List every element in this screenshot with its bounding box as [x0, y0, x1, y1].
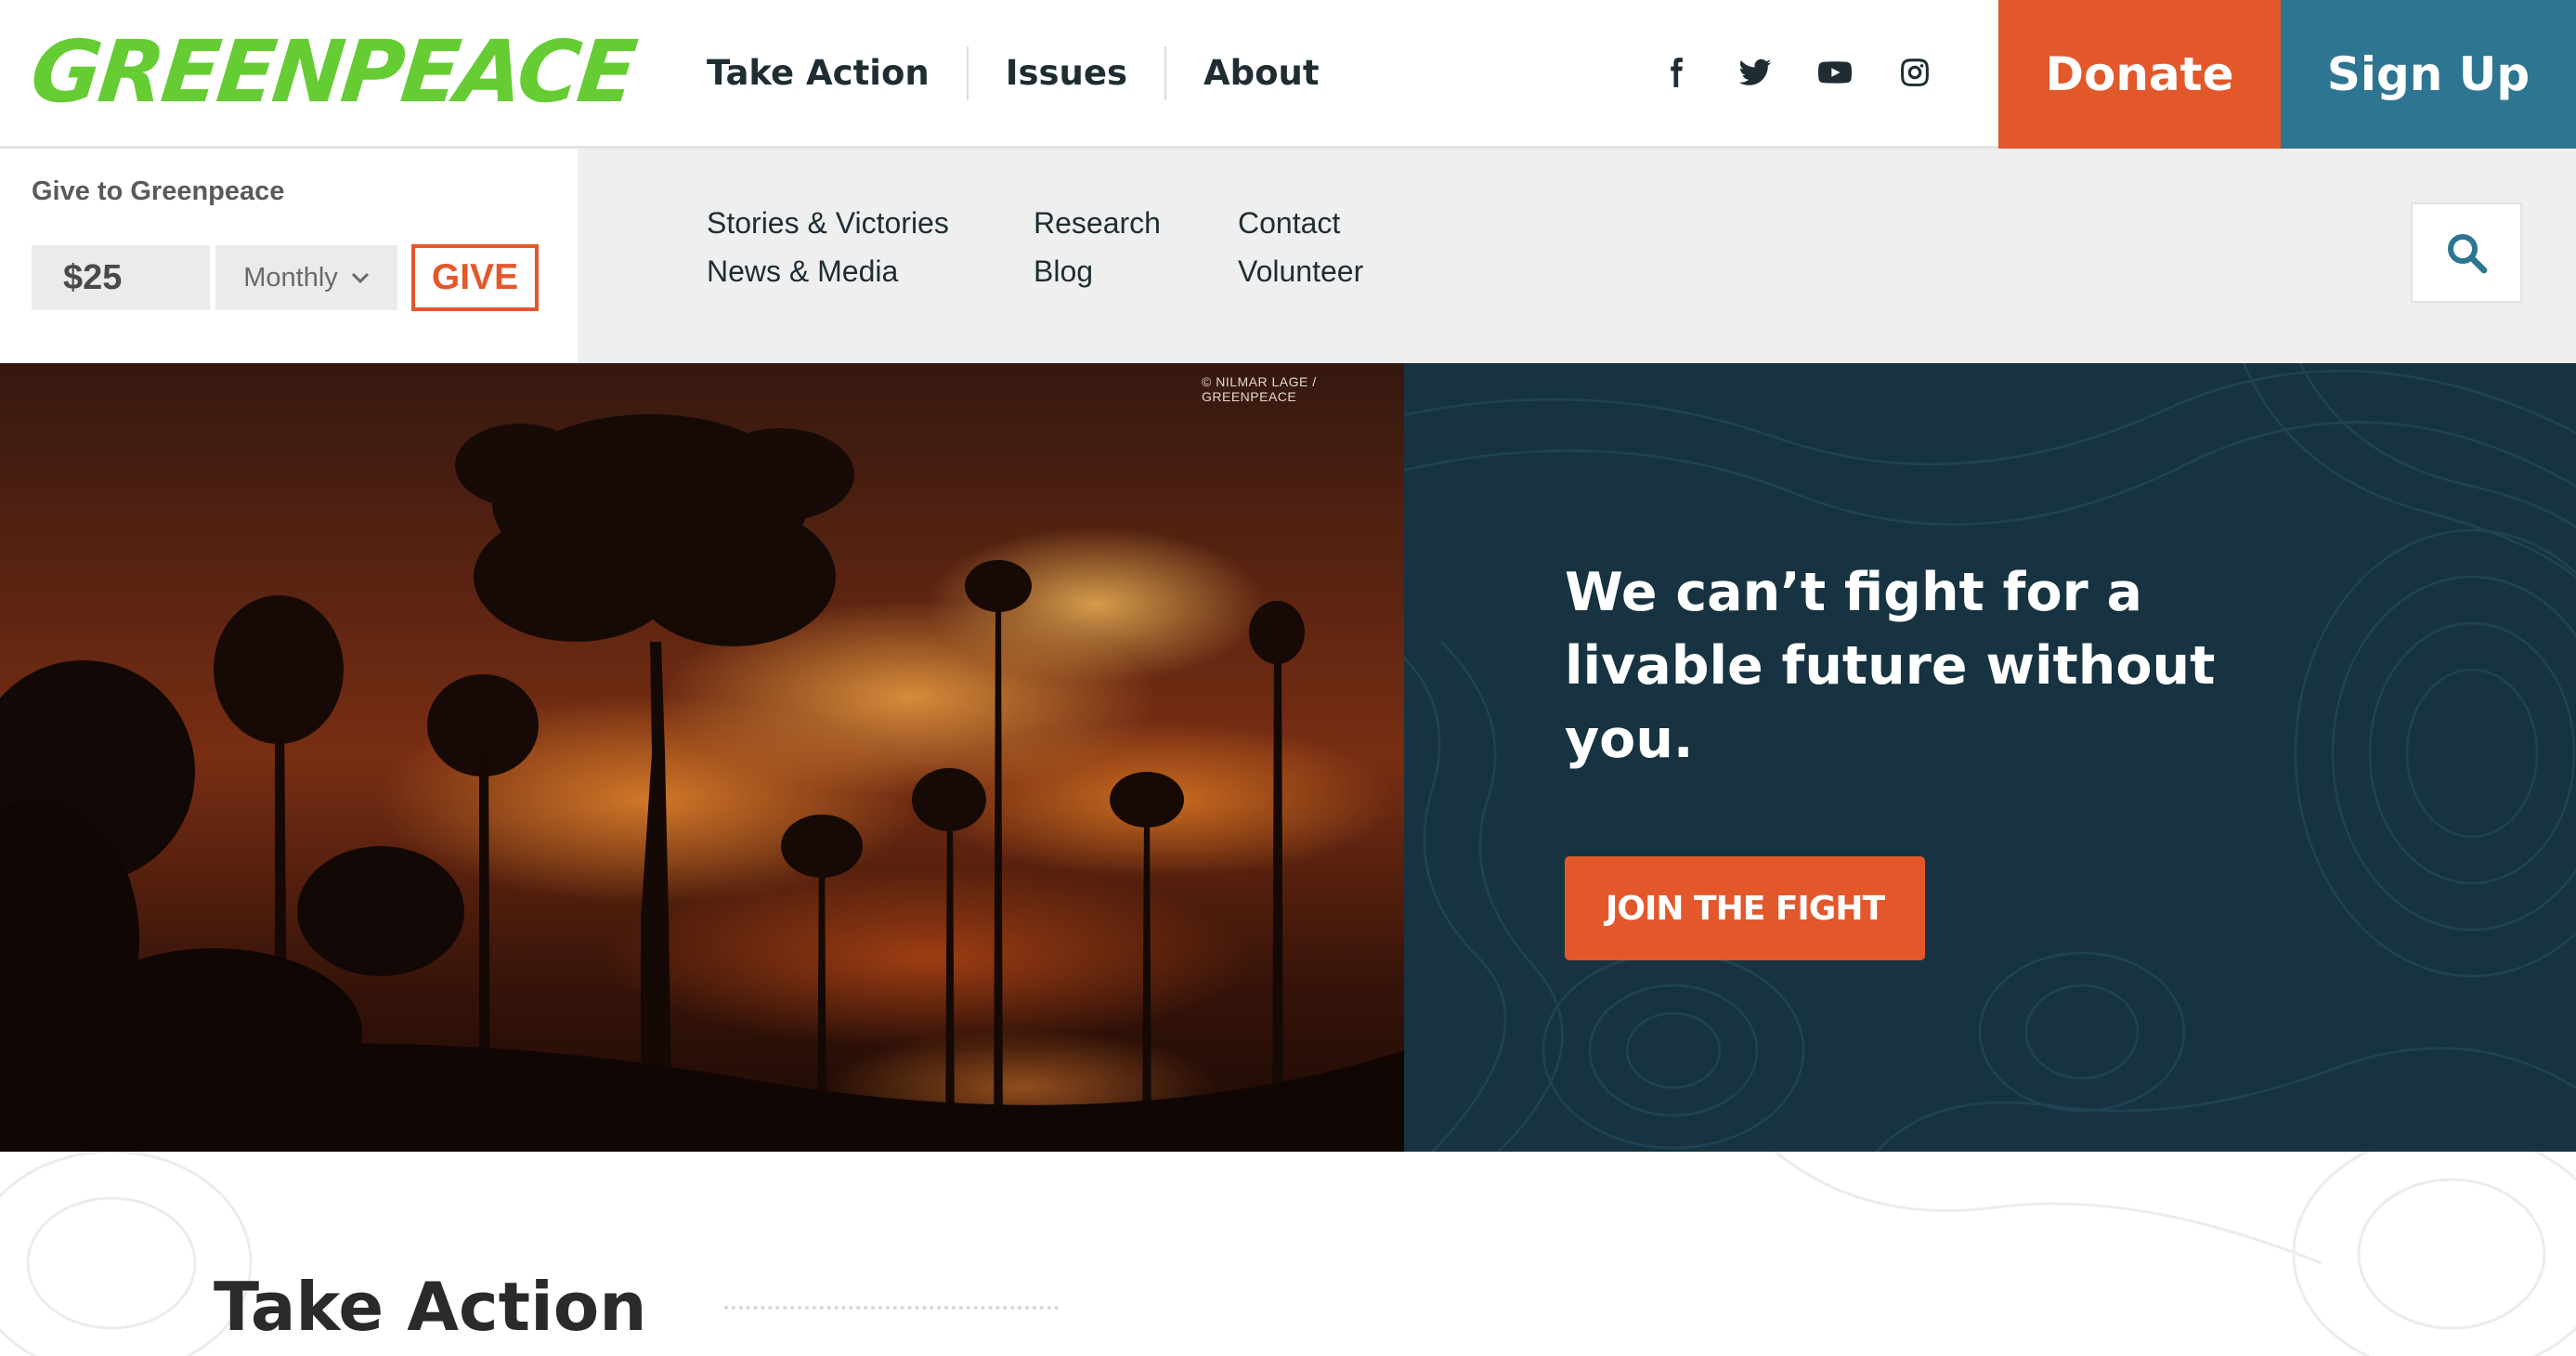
search-button[interactable] — [2411, 202, 2522, 303]
frequency-select[interactable]: Monthly — [215, 245, 397, 310]
sub-header: Give to Greenpeace Monthly GIVE Stories … — [0, 149, 2576, 363]
give-panel: Give to Greenpeace Monthly GIVE — [0, 149, 578, 363]
nav-take-action[interactable]: Take Action — [707, 46, 967, 101]
section-title: Take Action — [214, 1268, 647, 1346]
frequency-value: Monthly — [243, 262, 338, 293]
greenpeace-logo[interactable]: GREENPEACE — [26, 22, 638, 122]
hero: © NILMAR LAGE / GREENPEACE We can’t figh… — [0, 363, 2576, 1152]
sub-link-volunteer[interactable]: Volunteer — [1238, 254, 1442, 288]
sub-link-research[interactable]: Research — [1034, 206, 1238, 240]
give-title: Give to Greenpeace — [32, 176, 285, 206]
main-nav: Take Action Issues About — [707, 0, 1357, 146]
hero-cta-panel: We can’t fight for a livable future with… — [1404, 363, 2576, 1152]
donation-amount-field[interactable] — [32, 245, 210, 310]
sign-up-button[interactable]: Sign Up — [2281, 0, 2576, 149]
sub-link-news-media[interactable]: News & Media — [707, 254, 1034, 288]
donate-button[interactable]: Donate — [1998, 0, 2281, 149]
facebook-icon[interactable] — [1657, 54, 1694, 91]
twitter-icon[interactable] — [1737, 54, 1774, 91]
dotted-divider — [724, 1306, 1059, 1310]
join-the-fight-button[interactable]: JOIN THE FIGHT — [1565, 856, 1925, 960]
hero-headline: We can’t fight for a livable future with… — [1565, 562, 2216, 770]
social-links — [1657, 46, 1933, 98]
secondary-nav: Stories & Victories Research Contact New… — [707, 206, 1442, 288]
take-action-section: Take Action — [0, 1152, 2576, 1356]
give-button[interactable]: GIVE — [411, 244, 539, 311]
sub-link-contact[interactable]: Contact — [1238, 206, 1442, 240]
nav-about[interactable]: About — [1166, 46, 1357, 101]
search-icon — [2448, 234, 2488, 274]
sub-link-stories-victories[interactable]: Stories & Victories — [707, 206, 1034, 240]
forest-fire-photo: © NILMAR LAGE / GREENPEACE — [0, 363, 1404, 1152]
top-header: GREENPEACE Take Action Issues About Dona… — [0, 0, 2576, 149]
youtube-icon[interactable] — [1816, 54, 1854, 91]
chevron-down-icon — [351, 272, 369, 284]
instagram-icon[interactable] — [1896, 54, 1933, 91]
nav-issues[interactable]: Issues — [969, 46, 1164, 101]
sub-link-blog[interactable]: Blog — [1034, 254, 1238, 288]
photo-credit: © NILMAR LAGE / GREENPEACE — [1202, 374, 1317, 404]
tree-silhouettes — [0, 363, 1404, 1152]
